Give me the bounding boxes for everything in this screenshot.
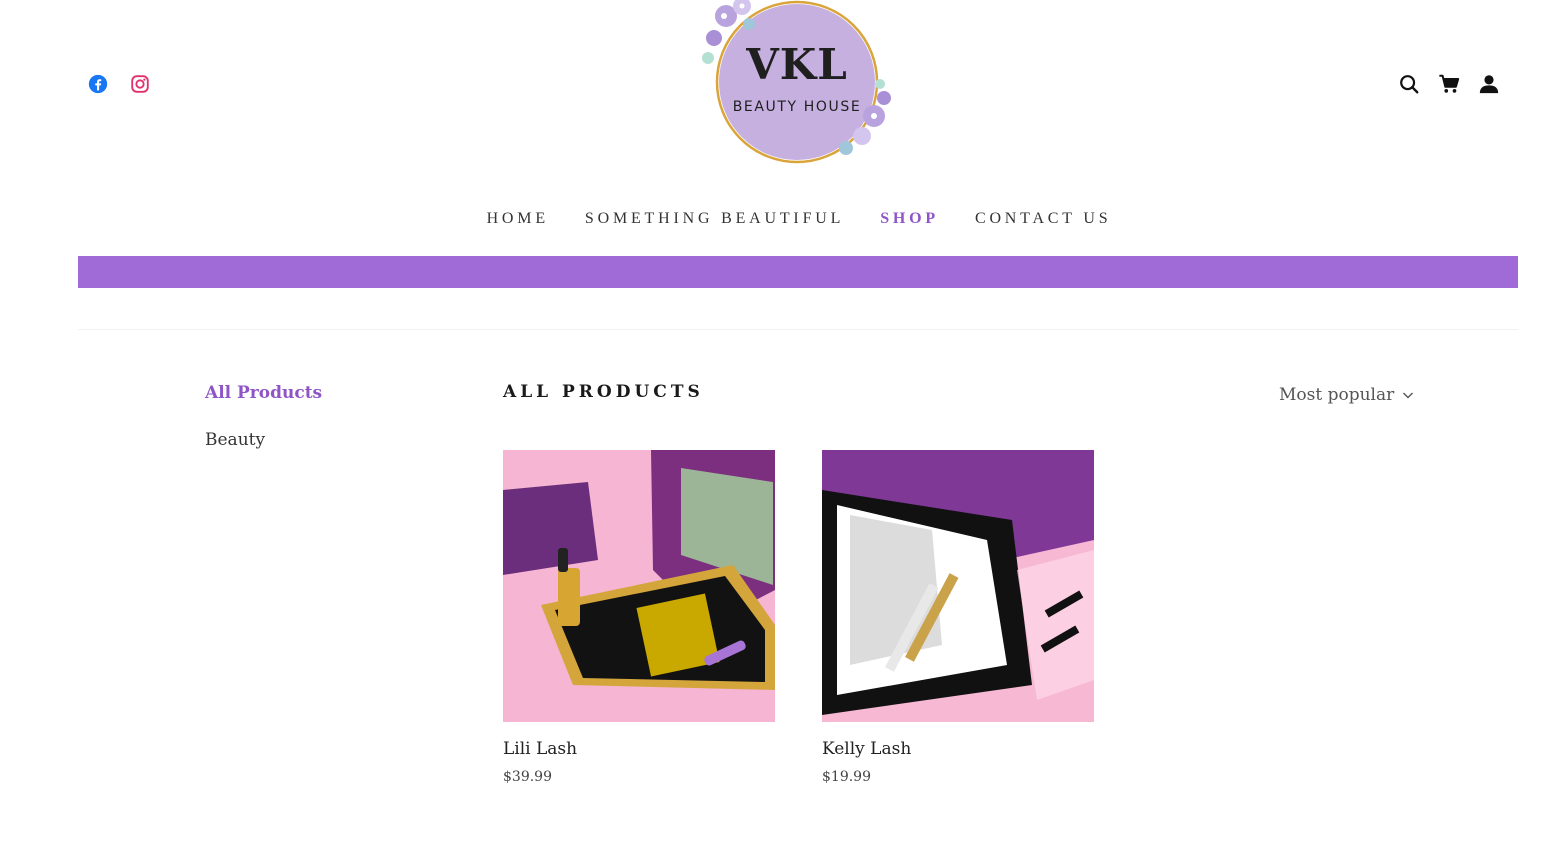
product-image[interactable] (503, 450, 775, 722)
category-all-products[interactable]: All Products (205, 383, 322, 403)
main-nav: HOME SOMETHING BEAUTIFUL SHOP CONTACT US (0, 210, 1554, 228)
chevron-down-icon (1403, 392, 1414, 399)
sort-dropdown[interactable]: Most popular (1279, 385, 1414, 405)
product-card: Lili Lash $39.99 (503, 450, 775, 785)
page-title: ALL PRODUCTS (503, 382, 704, 402)
nav-home[interactable]: HOME (487, 210, 549, 228)
account-icon[interactable] (1478, 72, 1500, 96)
logo-main-text: VKL (746, 40, 848, 89)
nav-shop[interactable]: SHOP (880, 210, 939, 228)
category-beauty[interactable]: Beauty (205, 430, 265, 450)
accent-banner (78, 256, 1518, 288)
product-price: $39.99 (503, 769, 552, 785)
product-name[interactable]: Kelly Lash (822, 739, 1094, 759)
product-name[interactable]: Lili Lash (503, 739, 775, 759)
product-image[interactable] (822, 450, 1094, 722)
divider (78, 329, 1518, 330)
product-price: $19.99 (822, 769, 871, 785)
nav-something-beautiful[interactable]: SOMETHING BEAUTIFUL (585, 210, 844, 228)
sort-label: Most popular (1279, 385, 1395, 405)
facebook-icon[interactable] (87, 73, 109, 95)
cart-icon[interactable] (1438, 72, 1460, 96)
site-logo[interactable]: VKL BEAUTY HOUSE (694, 0, 900, 176)
nav-contact-us[interactable]: CONTACT US (975, 210, 1111, 228)
social-links (87, 73, 151, 95)
logo-sub-text: BEAUTY HOUSE (732, 99, 862, 115)
search-icon[interactable] (1398, 72, 1420, 96)
header-utilities (1398, 72, 1500, 96)
instagram-icon[interactable] (129, 73, 151, 95)
product-card: Kelly Lash $19.99 (822, 450, 1094, 785)
